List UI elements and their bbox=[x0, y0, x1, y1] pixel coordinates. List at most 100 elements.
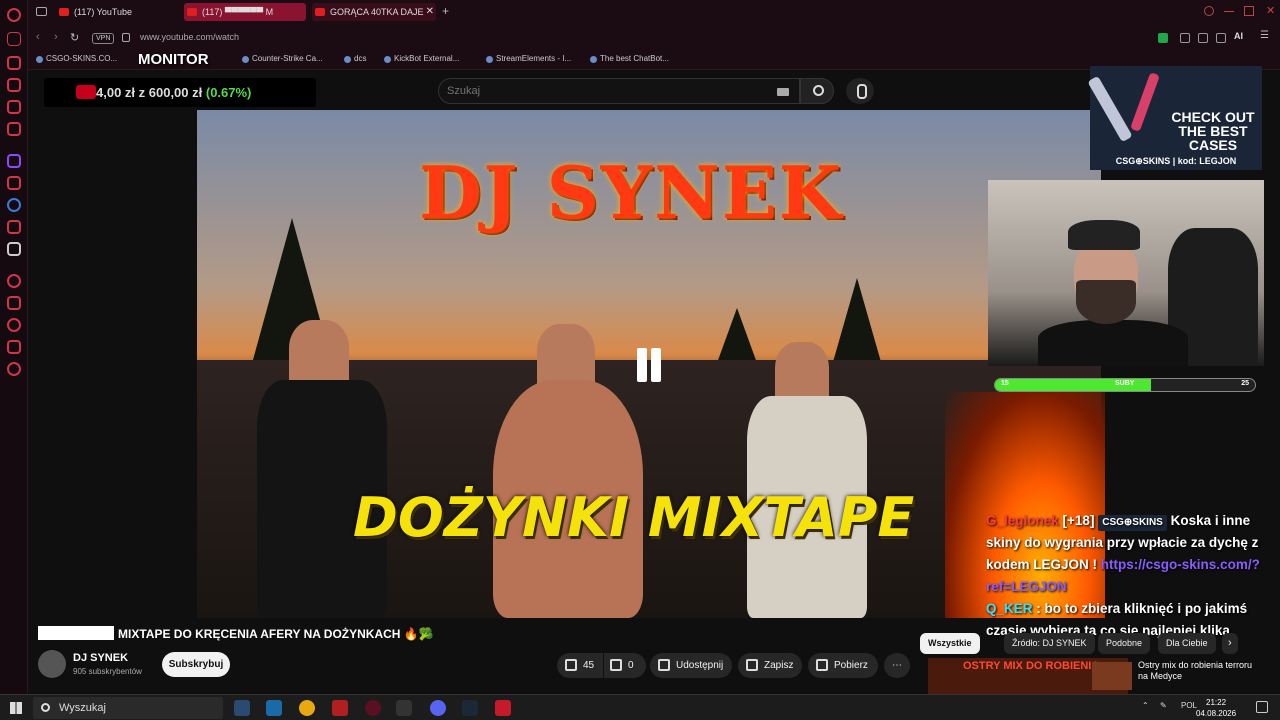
x-icon[interactable] bbox=[7, 242, 21, 256]
opera-gx-icon[interactable] bbox=[365, 700, 381, 716]
bookmark-folder[interactable]: dcs bbox=[344, 54, 366, 63]
streamer-body bbox=[1038, 320, 1188, 366]
dislike-button[interactable]: 0 bbox=[604, 653, 646, 678]
tray-expand-icon[interactable]: ⌃ bbox=[1142, 701, 1149, 710]
back-icon[interactable]: ‹ bbox=[36, 31, 40, 43]
extensions-icon[interactable] bbox=[1180, 33, 1190, 43]
taskbar-search-label: Wyszukaj bbox=[59, 702, 106, 714]
instagram-icon[interactable] bbox=[7, 220, 21, 234]
tab-gorac[interactable]: GORĄCA 40TKA DAJE ✕ bbox=[312, 3, 436, 21]
notification-center-icon[interactable] bbox=[1256, 701, 1268, 713]
ai-button[interactable]: AI bbox=[1234, 31, 1243, 41]
channel-avatar[interactable] bbox=[38, 650, 66, 678]
more-actions-button[interactable]: ⋯ bbox=[884, 653, 910, 678]
subscribe-button[interactable]: Subskrybuj bbox=[162, 652, 230, 677]
bookmark-item[interactable]: StreamElements - I... bbox=[486, 54, 571, 63]
search-input[interactable] bbox=[447, 83, 747, 99]
channel-name[interactable]: DJ SYNEK bbox=[73, 652, 128, 664]
close-window-icon[interactable]: ✕ bbox=[1266, 4, 1276, 17]
search-tabs-icon[interactable] bbox=[1204, 6, 1214, 16]
sidebar-app-icon[interactable] bbox=[7, 100, 21, 114]
search-icon bbox=[41, 703, 50, 712]
hit-logo bbox=[38, 626, 114, 640]
bookmark-item[interactable]: Counter-Strike Ca... bbox=[242, 54, 323, 63]
streamer-cap bbox=[1068, 220, 1140, 250]
voice-search-button[interactable] bbox=[846, 78, 874, 104]
tab-label: GORĄCA 40TKA DAJE bbox=[330, 7, 424, 17]
taskbar-search[interactable]: Wyszukaj bbox=[33, 697, 223, 719]
search-button[interactable] bbox=[800, 78, 834, 104]
network-icon[interactable]: ✎ bbox=[1160, 701, 1167, 710]
tab-label: (117) ▀▀▀▀▀▀ M bbox=[202, 7, 274, 17]
bookmark-item[interactable]: CSGO-SKINS.CO... bbox=[36, 54, 117, 63]
minimize-icon[interactable] bbox=[1224, 11, 1234, 12]
bookmark-item[interactable]: KickBot External... bbox=[384, 54, 459, 63]
twitch-icon[interactable] bbox=[7, 154, 21, 168]
app-icon[interactable] bbox=[495, 700, 511, 716]
tab-bar: (117) YouTube (117) ▀▀▀▀▀▀ M GORĄCA 40TK… bbox=[28, 0, 1280, 26]
chip-similar[interactable]: Podobne bbox=[1098, 633, 1151, 654]
snapshot-icon[interactable] bbox=[1198, 33, 1208, 43]
forward-icon[interactable]: › bbox=[54, 31, 58, 43]
windows-start-icon[interactable] bbox=[10, 702, 22, 714]
search-icon bbox=[813, 85, 824, 96]
sidebar-app-icon[interactable] bbox=[7, 56, 21, 70]
new-tab-button[interactable]: + bbox=[442, 4, 449, 18]
search-box[interactable] bbox=[438, 78, 800, 104]
epic-games-icon[interactable] bbox=[396, 700, 412, 716]
tab-youtube[interactable]: (117) YouTube bbox=[56, 3, 180, 21]
history-icon[interactable] bbox=[7, 318, 21, 332]
reload-icon[interactable]: ↻ bbox=[70, 31, 79, 44]
sub-goal-bar: 15 SUBY 25 bbox=[994, 378, 1256, 392]
opera-logo-icon[interactable] bbox=[7, 8, 21, 22]
sidebar-app-icon[interactable] bbox=[7, 122, 21, 136]
chrome-icon[interactable] bbox=[299, 700, 315, 716]
dislike-count: 0 bbox=[628, 660, 634, 671]
steam-icon[interactable] bbox=[462, 700, 478, 716]
language-indicator[interactable]: POL bbox=[1181, 701, 1197, 710]
url-field[interactable]: www.youtube.com/watch bbox=[140, 32, 239, 42]
reload-icon[interactable] bbox=[7, 32, 21, 46]
share-button[interactable]: Udostępnij bbox=[650, 653, 732, 678]
pause-icon[interactable] bbox=[633, 348, 665, 382]
settings-icon[interactable] bbox=[7, 362, 21, 376]
like-button[interactable]: 45 bbox=[557, 653, 603, 678]
youtube-logo-icon[interactable] bbox=[76, 85, 96, 99]
lock-icon[interactable] bbox=[122, 33, 130, 42]
recommendation-title[interactable]: Ostry mix do robienia terroru na Medyce bbox=[1138, 660, 1263, 682]
chat-badge: [+18] bbox=[1062, 513, 1095, 528]
monitor-overlay-label: MONITOR bbox=[138, 51, 209, 68]
kick-extension-icon[interactable] bbox=[1158, 33, 1168, 43]
tab-menu-icon[interactable] bbox=[36, 7, 47, 16]
donation-ticker: 4,00 zł z 600,00 zł (0.67%) bbox=[44, 78, 316, 107]
close-tab-icon[interactable]: ✕ bbox=[426, 3, 434, 21]
discord-icon[interactable] bbox=[430, 700, 446, 716]
download-icon[interactable] bbox=[1216, 33, 1226, 43]
promo-banner: CHECK OUT THE BEST CASES CSG⊕SKINS | kod… bbox=[1087, 66, 1262, 170]
sidebar-app-icon[interactable] bbox=[7, 176, 21, 190]
tab-active[interactable]: (117) ▀▀▀▀▀▀ M bbox=[184, 3, 306, 21]
chip-source[interactable]: Źródło: DJ SYNEK bbox=[1004, 633, 1095, 654]
menu-icon[interactable]: ☰ bbox=[1260, 30, 1270, 41]
chip-all[interactable]: Wszystkie bbox=[920, 633, 980, 654]
steam-icon[interactable] bbox=[234, 700, 250, 716]
download-button[interactable]: Pobierz bbox=[808, 653, 878, 678]
messenger-icon[interactable] bbox=[7, 198, 21, 212]
chips-next-icon[interactable]: › bbox=[1222, 633, 1238, 654]
sidebar-app-icon[interactable] bbox=[7, 296, 21, 310]
bookmark-item[interactable]: The best ChatBot... bbox=[590, 54, 669, 63]
save-button[interactable]: Zapisz bbox=[738, 653, 802, 678]
app-icon[interactable] bbox=[332, 700, 348, 716]
sidebar-app-icon[interactable] bbox=[7, 340, 21, 354]
chip-for-you[interactable]: Dla Ciebie bbox=[1158, 633, 1216, 654]
maximize-icon[interactable] bbox=[1244, 6, 1254, 16]
files-icon[interactable] bbox=[266, 700, 282, 716]
thumbs-up-icon bbox=[565, 659, 577, 671]
sidebar-app-icon[interactable] bbox=[7, 78, 21, 92]
vpn-badge[interactable]: VPN bbox=[92, 33, 115, 44]
keyboard-icon[interactable] bbox=[777, 88, 789, 96]
browser-sidebar bbox=[0, 0, 28, 694]
recommendation-thumbnail[interactable] bbox=[1092, 662, 1132, 690]
clock[interactable]: 21:22 04.08.2026 bbox=[1196, 697, 1236, 719]
sidebar-app-icon[interactable] bbox=[7, 274, 21, 288]
